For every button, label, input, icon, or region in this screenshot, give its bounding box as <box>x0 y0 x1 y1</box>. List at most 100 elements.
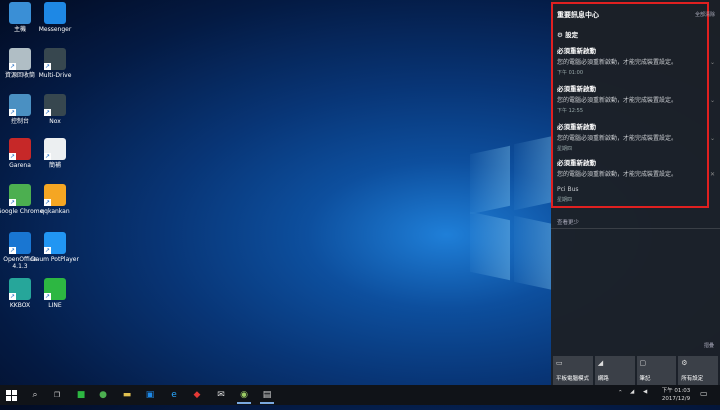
notification-time: 下午 12:55 <box>557 108 583 114</box>
app-icon: ↗ <box>9 94 31 116</box>
store-taskbar-icon[interactable]: ▣ <box>143 388 157 402</box>
volume-tray-icon[interactable]: ◀ <box>643 389 647 409</box>
taskbar: ⌕ ❐ ■ ● ▬ ▣ e ◆ ✉ ◉ ▤ ⌃ ◢ ◀ 下午 01:03 201… <box>0 385 720 405</box>
settings-icon: ⚙ <box>681 359 688 367</box>
desktop-icon[interactable]: Messenger <box>31 2 79 33</box>
desktop-icon-label: Messenger <box>38 26 72 33</box>
shortcut-arrow-icon: ↗ <box>9 293 16 300</box>
clock-date: 2017/12/9 <box>661 396 691 402</box>
notification-source: Pci Bus <box>557 186 579 193</box>
app-icon: ↗ <box>9 278 31 300</box>
quick-action-label: 所有設定 <box>681 376 704 382</box>
device-taskbar-icon[interactable]: ▤ <box>260 388 274 404</box>
folder-taskbar-icon[interactable]: ▬ <box>120 388 134 402</box>
desktop-icon[interactable]: ↗ Nox <box>31 94 79 125</box>
desktop-icon[interactable]: ↗ Daum PotPlayer <box>31 232 79 263</box>
notification-item[interactable]: 必須重新啟動 您的電腦必須重新啟動，才能完成裝置設定。 下午 01:00 ⌄ <box>557 45 715 76</box>
notification-title: 必須重新啟動 <box>557 47 596 55</box>
notification-body: 您的電腦必須重新啟動，才能完成裝置設定。 <box>557 59 678 66</box>
desktop-icon-label: LINE <box>48 302 62 309</box>
shortcut-arrow-icon: ↗ <box>9 153 16 160</box>
task-view-icon[interactable]: ❐ <box>50 388 64 402</box>
shortcut-arrow-icon: ↗ <box>44 63 51 70</box>
quick-action-label: 網路 <box>597 376 609 382</box>
search-icon[interactable]: ⌕ <box>28 388 42 402</box>
close-icon[interactable]: ✕ <box>710 171 715 178</box>
app-icon: ↗ <box>9 138 31 160</box>
notification-time: 星期四 <box>557 197 573 203</box>
garena-taskbar-icon[interactable]: ◆ <box>190 388 204 402</box>
clock-time: 下午 01:03 <box>661 388 691 394</box>
network-icon: ◢ <box>597 359 604 367</box>
shortcut-arrow-icon: ↗ <box>44 293 51 300</box>
notification-item[interactable]: 必須重新啟動 您的電腦必須重新啟動，才能完成裝置設定。 下午 12:55 ⌄ <box>557 83 715 114</box>
windows-logo-wallpaper <box>470 135 560 291</box>
shortcut-arrow-icon: ↗ <box>44 109 51 116</box>
chevron-down-icon[interactable]: ⌄ <box>710 135 715 142</box>
desktop-icon-label: Multi-Drive <box>38 72 72 79</box>
line-taskbar-icon[interactable]: ■ <box>74 388 88 402</box>
quick-action-label: 平板電腦模式 <box>556 376 590 382</box>
gear-icon: ⚙ <box>557 31 563 39</box>
desktop-icon-label: Daum PotPlayer <box>31 256 79 263</box>
quick-action-note[interactable]: ▢ 筆記 <box>636 356 677 385</box>
app-icon: ↗ <box>9 232 31 254</box>
desktop-icon[interactable]: ↗ 簡補 <box>31 138 79 169</box>
app-icon: ↗ <box>44 94 66 116</box>
quick-action-label: 筆記 <box>639 376 651 382</box>
notification-body: 您的電腦必須重新啟動，才能完成裝置設定。 <box>557 171 678 178</box>
shortcut-arrow-icon: ↗ <box>44 247 51 254</box>
see-less-link[interactable]: 查看更少 <box>557 218 579 226</box>
settings-group-label: 設定 <box>565 31 579 39</box>
action-center-panel: 重要訊息中心 全部清除 ⚙ 設定 必須重新啟動 您的電腦必須重新啟動，才能完成裝… <box>551 0 720 385</box>
app-icon: ↗ <box>9 48 31 70</box>
app-taskbar-icon[interactable]: ◉ <box>237 388 251 404</box>
app-icon: ↗ <box>44 184 66 206</box>
network-tray-icon[interactable]: ◢ <box>630 389 634 409</box>
notification-time: 星期四 <box>557 146 573 152</box>
edge-taskbar-icon[interactable]: e <box>167 388 181 402</box>
clock[interactable]: 下午 01:03 2017/12/9 <box>660 387 692 407</box>
app-icon: ↗ <box>44 48 66 70</box>
tray-chevron-up-icon[interactable]: ⌃ <box>618 390 623 410</box>
app-icon: ↗ <box>44 138 66 160</box>
desktop-icon-label: Nox <box>49 118 61 125</box>
notification-item[interactable]: 必須重新啟動 您的電腦必須重新啟動，才能完成裝置設定。 Pci Bus 星期四 … <box>557 157 715 203</box>
tablet-icon: ▭ <box>556 359 563 367</box>
desktop-icon-label: qqkankan <box>40 208 70 215</box>
quick-action-tablet-mode[interactable]: ▭ 平板電腦模式 <box>553 356 593 385</box>
action-center-icon[interactable]: ▭ <box>700 389 708 409</box>
notification-time: 下午 01:00 <box>557 70 583 76</box>
collapse-link[interactable]: 摺疊 <box>704 342 714 349</box>
shortcut-arrow-icon: ↗ <box>9 109 16 116</box>
action-center-title: 重要訊息中心 <box>557 11 599 19</box>
notification-title: 必須重新啟動 <box>557 85 596 93</box>
mail-taskbar-icon[interactable]: ✉ <box>214 388 228 402</box>
shortcut-arrow-icon: ↗ <box>44 153 51 160</box>
clear-all-link[interactable]: 全部清除 <box>695 11 715 18</box>
notification-body: 您的電腦必須重新啟動，才能完成裝置設定。 <box>557 97 678 104</box>
settings-group-header[interactable]: ⚙ 設定 <box>557 29 578 39</box>
app-icon: ↗ <box>9 184 31 206</box>
shortcut-arrow-icon: ↗ <box>9 199 16 206</box>
chevron-down-icon[interactable]: ⌄ <box>710 59 715 66</box>
quick-action-all-settings[interactable]: ⚙ 所有設定 <box>678 356 718 385</box>
chrome-taskbar-icon[interactable]: ● <box>96 388 110 402</box>
desktop-icon[interactable]: ↗ qqkankan <box>31 184 79 215</box>
divider <box>551 228 720 229</box>
start-button[interactable] <box>4 388 18 402</box>
app-icon: ↗ <box>44 232 66 254</box>
shortcut-arrow-icon: ↗ <box>44 199 51 206</box>
app-icon <box>44 2 66 24</box>
note-icon: ▢ <box>639 359 647 367</box>
windows-icon <box>5 390 17 401</box>
quick-action-network[interactable]: ◢ 網路 <box>594 356 635 385</box>
desktop-icon[interactable]: ↗ LINE <box>31 278 79 309</box>
shortcut-arrow-icon: ↗ <box>9 247 16 254</box>
notification-item[interactable]: 必須重新啟動 您的電腦必須重新啟動，才能完成裝置設定。 星期四 ⌄ <box>557 121 715 152</box>
desktop-icon-label: 簡補 <box>48 162 61 169</box>
chevron-down-icon[interactable]: ⌄ <box>710 97 715 104</box>
app-icon: ↗ <box>44 278 66 300</box>
desktop-icon[interactable]: ↗ Multi-Drive <box>31 48 79 79</box>
notification-title: 必須重新啟動 <box>557 159 596 167</box>
